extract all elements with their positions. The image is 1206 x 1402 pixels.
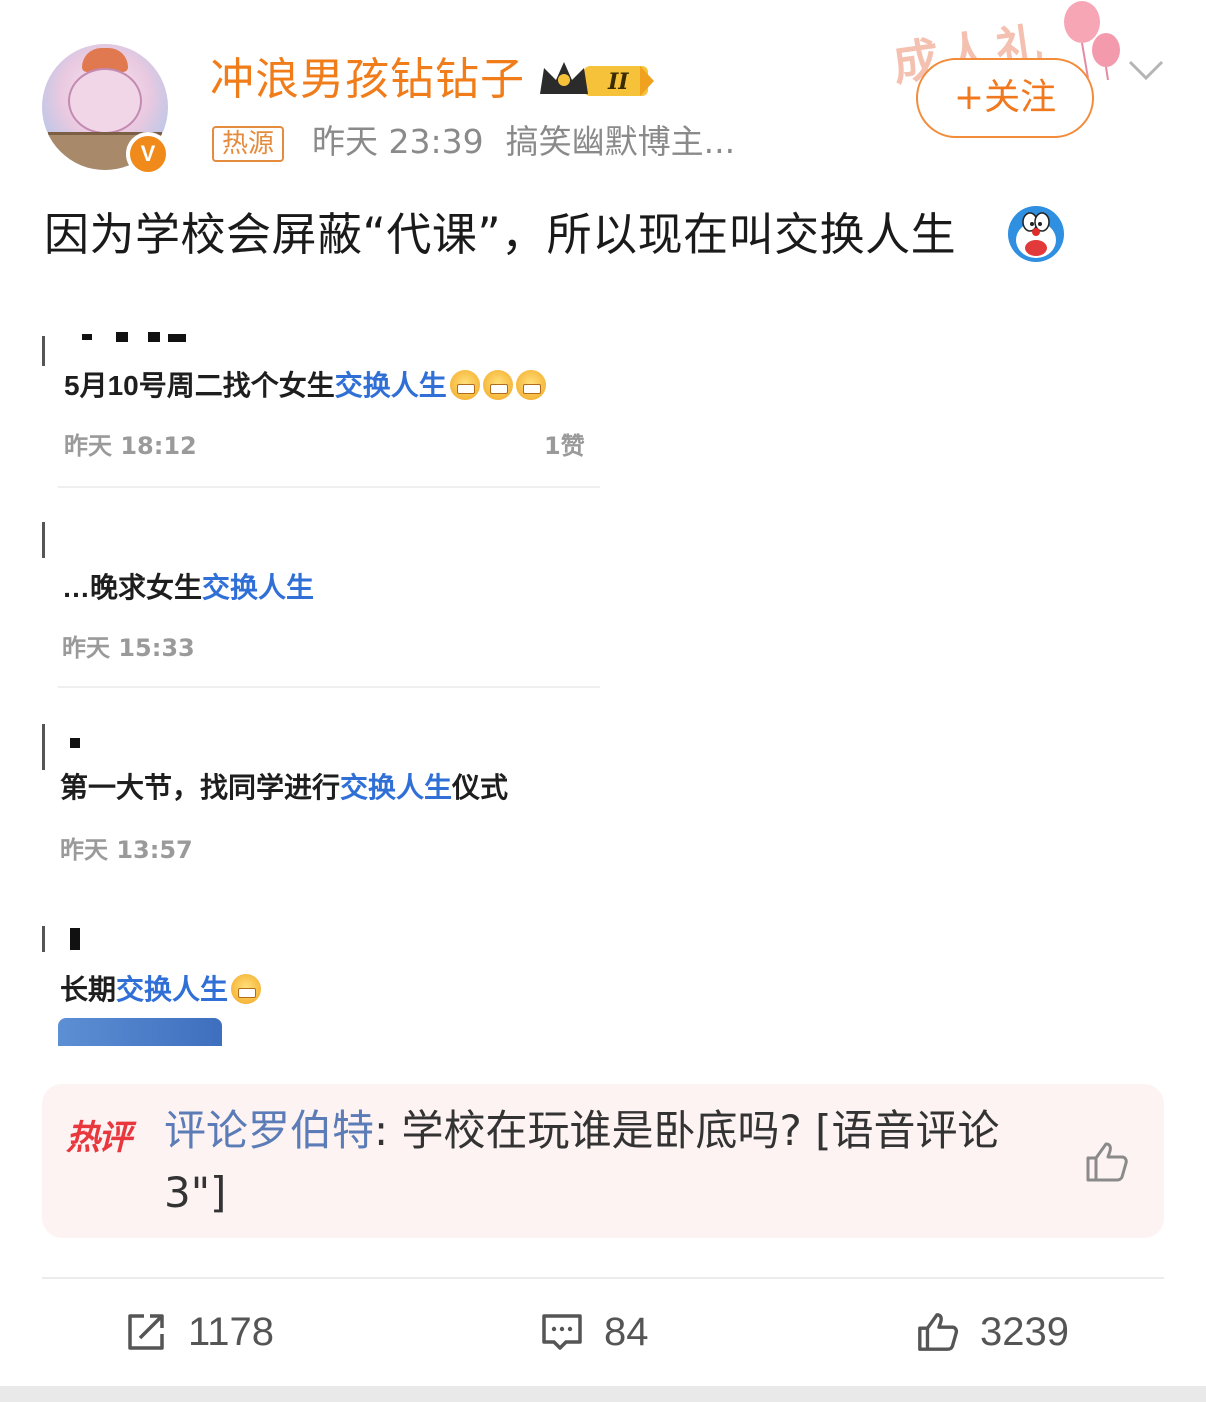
line-4-text: 长期	[60, 974, 117, 1005]
line-2-link: 交换人生	[202, 572, 315, 603]
comment-icon	[542, 1314, 582, 1350]
redacted-mark	[148, 332, 160, 342]
comment-button[interactable]: 84	[540, 1302, 649, 1362]
smirk-emoji-icon	[231, 974, 262, 1004]
grimace-emoji-icon	[482, 370, 513, 400]
repost-icon	[128, 1314, 164, 1350]
redacted-mark	[82, 334, 92, 340]
chevron-down-icon[interactable]	[1126, 56, 1166, 84]
line-2-text: …晚求女生	[62, 572, 203, 603]
author-name[interactable]: 冲浪男孩钻钻子	[210, 52, 525, 108]
crown-level-icon: II	[540, 62, 654, 96]
line-1-text: 5月10号周二找个女生	[64, 370, 335, 401]
comment-count: 84	[604, 1309, 649, 1354]
screenshot-line-1: 5月10号周二找个女生交换人生	[64, 364, 546, 404]
line-4-link: 交换人生	[116, 974, 229, 1005]
image-edge	[42, 724, 45, 770]
post-image[interactable]: 5月10号周二找个女生交换人生 昨天 18:12 1赞 …晚求女生交换人生 昨天…	[42, 320, 602, 1046]
grimace-emoji-icon	[515, 370, 546, 400]
thumbs-up-icon	[918, 1313, 959, 1351]
repost-button[interactable]: 1178	[124, 1302, 274, 1362]
post-meta: 昨天 23:39 搞笑幽默博主...	[312, 120, 735, 164]
grimace-emoji-icon	[449, 370, 480, 400]
like-count: 3239	[980, 1309, 1069, 1354]
svg-text:II: II	[607, 69, 629, 95]
line-3-link: 交换人生	[340, 772, 453, 803]
redacted-mark	[70, 928, 80, 950]
redacted-mark	[70, 738, 80, 748]
thumbs-up-icon[interactable]	[1084, 1140, 1130, 1184]
bottom-strip	[0, 1386, 1206, 1402]
doraemon-emoji-icon	[1008, 206, 1064, 262]
divider	[42, 1277, 1164, 1279]
verified-badge-icon: V	[126, 132, 170, 176]
thumbnail-preview	[58, 1018, 222, 1046]
line-3-suffix: 仪式	[452, 772, 509, 803]
line-1-time: 昨天 18:12	[64, 432, 197, 460]
separator	[58, 686, 600, 688]
image-edge	[42, 522, 45, 558]
follow-button[interactable]: +关注	[916, 58, 1094, 138]
hot-source-tag: 热源	[212, 126, 285, 162]
line-1-link: 交换人生	[334, 370, 447, 401]
hot-comment-body[interactable]: 评论罗伯特: 学校在玩谁是卧底吗? [语音评论 3"]	[164, 1100, 1044, 1224]
image-edge	[42, 926, 45, 952]
like-button[interactable]: 3239	[916, 1302, 1069, 1362]
author-description: 搞笑幽默博主...	[505, 122, 736, 161]
screenshot-line-2: …晚求女生交换人生	[62, 566, 314, 606]
separator	[58, 486, 600, 488]
line-3-time: 昨天 13:57	[60, 836, 193, 864]
redacted-mark	[116, 332, 128, 342]
line-2-time: 昨天 15:33	[62, 634, 195, 662]
hot-comment-label: 热评	[66, 1118, 132, 1158]
line-3-text: 第一大节，找同学进行	[60, 772, 341, 803]
repost-count: 1178	[188, 1309, 275, 1354]
line-1-likes: 1赞	[544, 432, 585, 460]
avatar-face	[68, 68, 142, 134]
post-text: 因为学校会屏蔽“代课”，所以现在叫交换人生	[44, 208, 957, 261]
screenshot-line-4: 长期交换人生	[60, 968, 262, 1008]
image-edge	[42, 336, 45, 366]
comment-author[interactable]: 评论罗伯特	[164, 1106, 374, 1155]
redacted-mark	[168, 334, 186, 342]
post-time: 昨天 23:39	[312, 122, 484, 161]
screenshot-line-3: 第一大节，找同学进行交换人生仪式	[60, 766, 508, 806]
